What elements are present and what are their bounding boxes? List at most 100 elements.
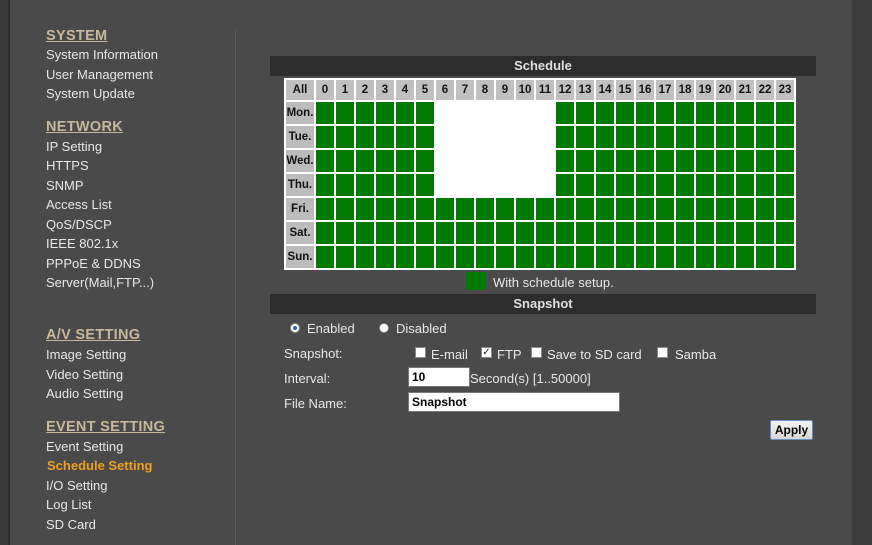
schedule-cell[interactable] bbox=[496, 222, 514, 244]
schedule-cell[interactable] bbox=[316, 174, 334, 196]
schedule-cell[interactable] bbox=[556, 174, 574, 196]
schedule-cell[interactable] bbox=[716, 174, 734, 196]
hour-header-6[interactable]: 6 bbox=[436, 80, 454, 100]
schedule-cell[interactable] bbox=[516, 174, 534, 196]
day-header-wed[interactable]: Wed. bbox=[286, 150, 314, 172]
schedule-cell[interactable] bbox=[436, 126, 454, 148]
schedule-cell[interactable] bbox=[356, 222, 374, 244]
schedule-cell[interactable] bbox=[716, 126, 734, 148]
schedule-cell[interactable] bbox=[456, 126, 474, 148]
hour-header-21[interactable]: 21 bbox=[736, 80, 754, 100]
schedule-cell[interactable] bbox=[716, 102, 734, 124]
schedule-cell[interactable] bbox=[536, 222, 554, 244]
schedule-cell[interactable] bbox=[396, 174, 414, 196]
schedule-cell[interactable] bbox=[556, 126, 574, 148]
hour-header-11[interactable]: 11 bbox=[536, 80, 554, 100]
schedule-cell[interactable] bbox=[356, 246, 374, 268]
schedule-cell[interactable] bbox=[396, 126, 414, 148]
schedule-cell[interactable] bbox=[556, 150, 574, 172]
schedule-cell[interactable] bbox=[616, 102, 634, 124]
schedule-cell[interactable] bbox=[536, 174, 554, 196]
schedule-cell[interactable] bbox=[736, 150, 754, 172]
schedule-cell[interactable] bbox=[616, 174, 634, 196]
schedule-cell[interactable] bbox=[316, 102, 334, 124]
schedule-cell[interactable] bbox=[716, 198, 734, 220]
schedule-cell[interactable] bbox=[456, 150, 474, 172]
hour-header-4[interactable]: 4 bbox=[396, 80, 414, 100]
schedule-cell[interactable] bbox=[596, 246, 614, 268]
schedule-cell[interactable] bbox=[636, 150, 654, 172]
schedule-cell[interactable] bbox=[436, 222, 454, 244]
schedule-cell[interactable] bbox=[496, 246, 514, 268]
schedule-cell[interactable] bbox=[416, 126, 434, 148]
hour-header-16[interactable]: 16 bbox=[636, 80, 654, 100]
schedule-cell[interactable] bbox=[316, 198, 334, 220]
schedule-cell[interactable] bbox=[716, 150, 734, 172]
schedule-cell[interactable] bbox=[436, 150, 454, 172]
hour-header-22[interactable]: 22 bbox=[756, 80, 774, 100]
hour-header-12[interactable]: 12 bbox=[556, 80, 574, 100]
sidebar-item-schedule-setting[interactable]: Schedule Setting bbox=[47, 458, 152, 473]
schedule-cell[interactable] bbox=[736, 174, 754, 196]
schedule-cell[interactable] bbox=[516, 150, 534, 172]
schedule-cell[interactable] bbox=[536, 102, 554, 124]
schedule-cell[interactable] bbox=[416, 222, 434, 244]
schedule-cell[interactable] bbox=[456, 246, 474, 268]
sidebar-item-image-setting[interactable]: Image Setting bbox=[46, 347, 126, 362]
schedule-cell[interactable] bbox=[456, 174, 474, 196]
schedule-cell[interactable] bbox=[376, 174, 394, 196]
schedule-cell[interactable] bbox=[556, 222, 574, 244]
sidebar-item-user-management[interactable]: User Management bbox=[46, 67, 153, 82]
hour-header-0[interactable]: 0 bbox=[316, 80, 334, 100]
day-header-sun[interactable]: Sun. bbox=[286, 246, 314, 268]
schedule-cell[interactable] bbox=[696, 198, 714, 220]
section-title-network[interactable]: NETWORK bbox=[46, 119, 123, 135]
schedule-cell[interactable] bbox=[776, 126, 794, 148]
day-header-sat[interactable]: Sat. bbox=[286, 222, 314, 244]
schedule-cell[interactable] bbox=[576, 102, 594, 124]
schedule-cell[interactable] bbox=[576, 198, 594, 220]
sidebar-item-ip-setting[interactable]: IP Setting bbox=[46, 139, 102, 154]
schedule-cell[interactable] bbox=[656, 150, 674, 172]
sidebar-item-system-information[interactable]: System Information bbox=[46, 47, 158, 62]
schedule-cell[interactable] bbox=[336, 222, 354, 244]
schedule-cell[interactable] bbox=[576, 246, 594, 268]
sidebar-item-access-list[interactable]: Access List bbox=[46, 197, 112, 212]
schedule-cell[interactable] bbox=[376, 198, 394, 220]
hour-header-2[interactable]: 2 bbox=[356, 80, 374, 100]
schedule-cell[interactable] bbox=[436, 246, 454, 268]
schedule-cell[interactable] bbox=[456, 222, 474, 244]
schedule-cell[interactable] bbox=[336, 198, 354, 220]
schedule-cell[interactable] bbox=[756, 102, 774, 124]
schedule-cell[interactable] bbox=[656, 246, 674, 268]
schedule-cell[interactable] bbox=[536, 150, 554, 172]
sidebar-item-log-list[interactable]: Log List bbox=[46, 497, 92, 512]
schedule-cell[interactable] bbox=[536, 198, 554, 220]
sidebar-item-system-update[interactable]: System Update bbox=[46, 86, 135, 101]
schedule-cell[interactable] bbox=[476, 150, 494, 172]
schedule-cell[interactable] bbox=[616, 198, 634, 220]
schedule-cell[interactable] bbox=[736, 126, 754, 148]
schedule-cell[interactable] bbox=[376, 150, 394, 172]
hour-header-20[interactable]: 20 bbox=[716, 80, 734, 100]
schedule-cell[interactable] bbox=[776, 198, 794, 220]
schedule-cell[interactable] bbox=[416, 102, 434, 124]
schedule-cell[interactable] bbox=[516, 222, 534, 244]
schedule-cell[interactable] bbox=[756, 174, 774, 196]
schedule-cell[interactable] bbox=[516, 198, 534, 220]
schedule-cell[interactable] bbox=[556, 102, 574, 124]
schedule-cell[interactable] bbox=[636, 126, 654, 148]
schedule-cell[interactable] bbox=[416, 246, 434, 268]
schedule-cell[interactable] bbox=[656, 198, 674, 220]
schedule-cell[interactable] bbox=[556, 198, 574, 220]
schedule-cell[interactable] bbox=[616, 150, 634, 172]
schedule-cell[interactable] bbox=[596, 150, 614, 172]
schedule-cell[interactable] bbox=[316, 246, 334, 268]
hour-header-14[interactable]: 14 bbox=[596, 80, 614, 100]
schedule-cell[interactable] bbox=[596, 222, 614, 244]
schedule-cell[interactable] bbox=[496, 126, 514, 148]
hour-header-8[interactable]: 8 bbox=[476, 80, 494, 100]
schedule-cell[interactable] bbox=[696, 222, 714, 244]
hour-header-5[interactable]: 5 bbox=[416, 80, 434, 100]
schedule-cell[interactable] bbox=[536, 246, 554, 268]
